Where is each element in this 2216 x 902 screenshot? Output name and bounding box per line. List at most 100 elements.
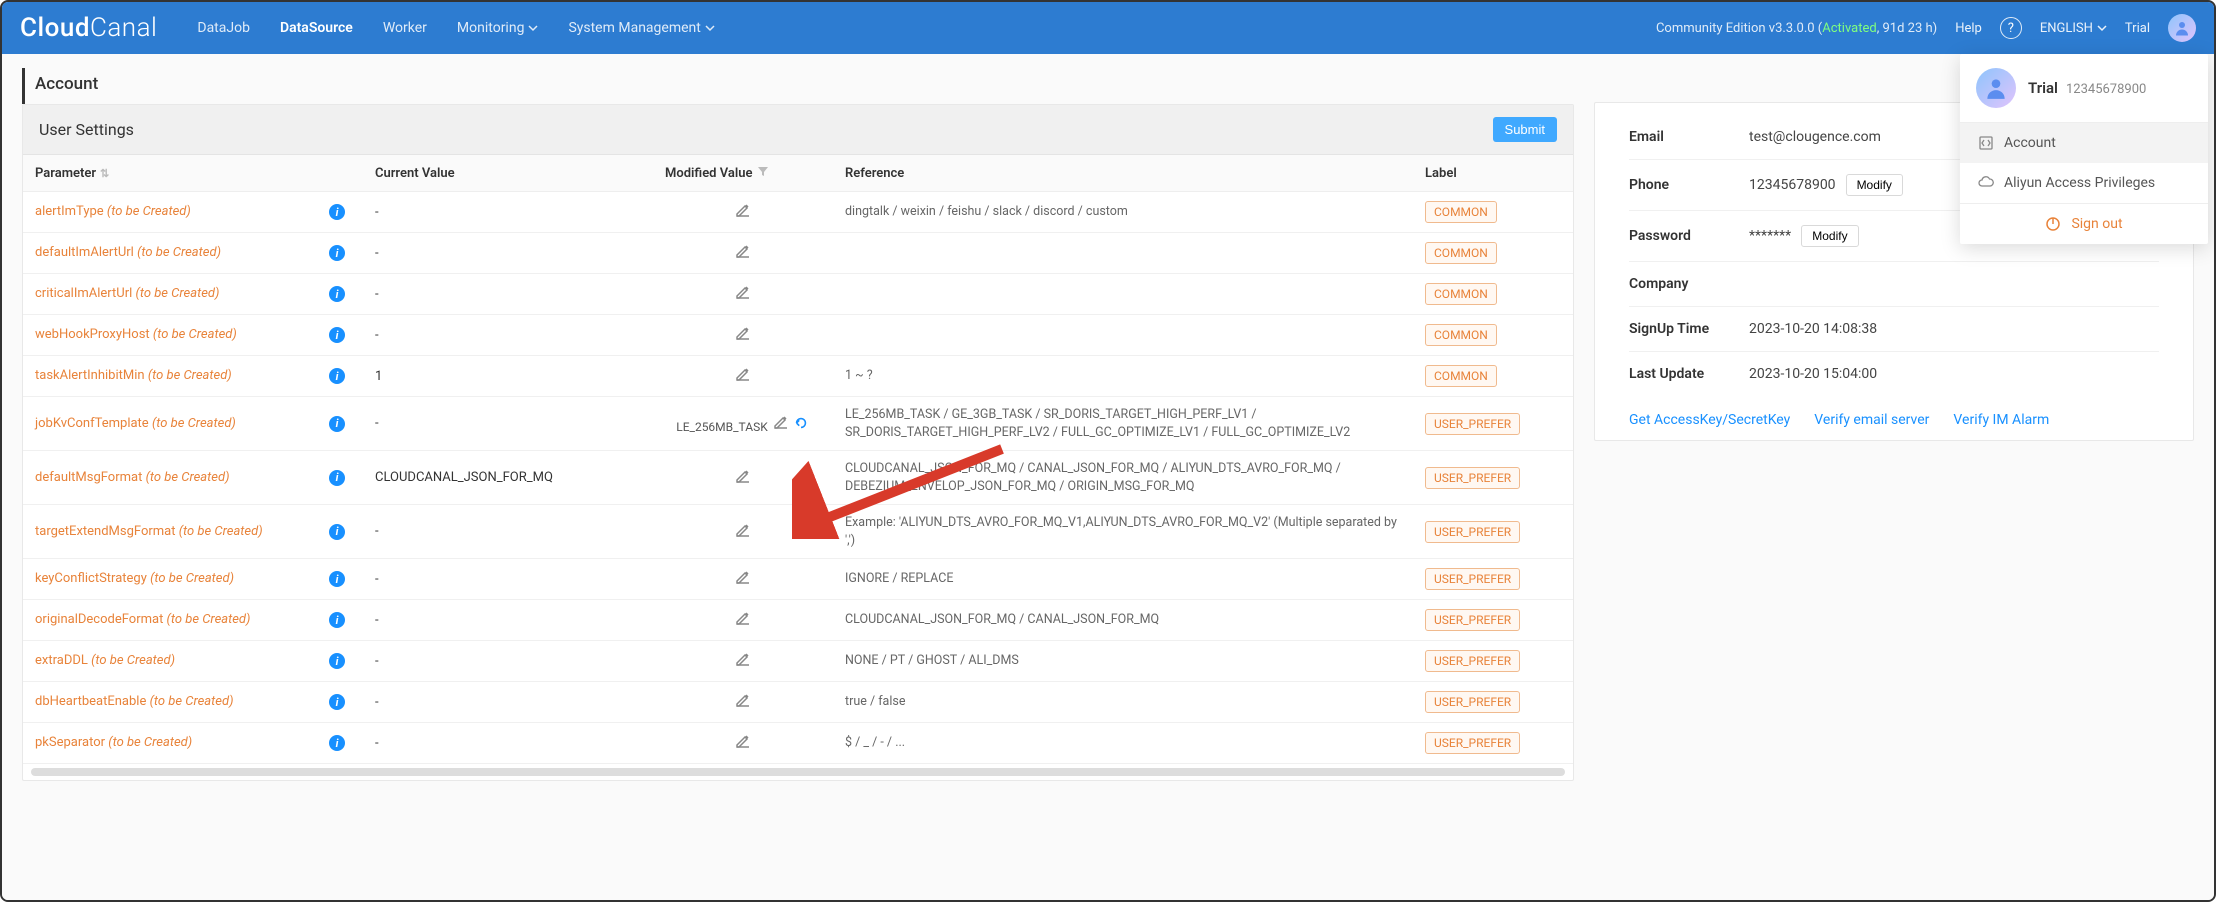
info-icon[interactable]: i (329, 571, 345, 587)
reference-text: 1 ~ ? (845, 368, 873, 383)
dropdown-signout[interactable]: Sign out (1960, 204, 2208, 244)
current-value: - (363, 315, 653, 356)
col-modified[interactable]: Modified Value (653, 155, 833, 192)
language-selector[interactable]: ENGLISH (2040, 21, 2107, 36)
dropdown-aliyun[interactable]: Aliyun Access Privileges (1960, 163, 2208, 203)
col-parameter[interactable]: Parameter⇅ (23, 155, 363, 192)
info-icon[interactable]: i (329, 524, 345, 540)
help-icon[interactable]: ? (2000, 17, 2022, 39)
col-current: Current Value (363, 155, 653, 192)
profile-row: Last Update2023-10-20 15:04:00 (1629, 352, 2159, 396)
label-tag: USER_PREFER (1425, 521, 1520, 543)
profile-label: Company (1629, 276, 1749, 292)
reference-text: true / false (845, 694, 905, 709)
dropdown-avatar (1976, 68, 2016, 108)
param-name[interactable]: alertImType (to be Created) (35, 204, 191, 219)
info-icon[interactable]: i (329, 245, 345, 261)
edit-icon[interactable] (734, 201, 752, 219)
edit-icon[interactable] (734, 242, 752, 260)
current-value: - (363, 505, 653, 559)
param-name[interactable]: defaultImAlertUrl (to be Created) (35, 245, 221, 260)
param-name[interactable]: pkSeparator (to be Created) (35, 735, 192, 750)
logo: CloudCanal (20, 13, 157, 43)
revert-icon[interactable] (792, 415, 810, 433)
table-row: targetExtendMsgFormat (to be Created)i-E… (23, 505, 1573, 559)
table-row: dbHeartbeatEnable (to be Created) i - true … (23, 682, 1573, 723)
link-verify-im[interactable]: Verify IM Alarm (1953, 412, 2049, 428)
table-row: defaultImAlertUrl (to be Created)i-COMMO… (23, 233, 1573, 274)
info-icon[interactable]: i (329, 416, 345, 432)
link-accesskey[interactable]: Get AccessKey/SecretKey (1629, 412, 1790, 428)
reference-text: dingtalk / weixin / feishu / slack / dis… (845, 204, 1128, 219)
nav-datajob[interactable]: DataJob (197, 20, 250, 36)
profile-links: Get AccessKey/SecretKey Verify email ser… (1629, 396, 2159, 428)
edit-icon[interactable] (734, 568, 752, 586)
nav-monitoring[interactable]: Monitoring (457, 20, 539, 36)
horizontal-scrollbar[interactable] (31, 768, 1565, 776)
edit-icon[interactable] (734, 650, 752, 668)
trial-text: Trial (2125, 21, 2150, 36)
user-settings-card: User Settings Submit Parameter⇅ Current … (22, 104, 1574, 781)
info-icon[interactable]: i (329, 612, 345, 628)
edit-icon[interactable] (734, 324, 752, 342)
param-name[interactable]: dbHeartbeatEnable (to be Created) (35, 694, 233, 709)
label-tag: USER_PREFER (1425, 650, 1520, 672)
reference-text: LE_256MB_TASK / GE_3GB_TASK / SR_DORIS_T… (845, 407, 1350, 440)
profile-label: Phone (1629, 177, 1749, 193)
param-name[interactable]: criticalImAlertUrl (to be Created) (35, 286, 219, 301)
label-tag: USER_PREFER (1425, 413, 1520, 435)
modify-button[interactable]: Modify (1801, 225, 1858, 247)
dropdown-header: Trial12345678900 (1960, 54, 2208, 123)
param-name[interactable]: originalDecodeFormat (to be Created) (35, 612, 250, 627)
info-icon[interactable]: i (329, 735, 345, 751)
nav-system[interactable]: System Management (568, 20, 714, 36)
current-value: - (363, 192, 653, 233)
sort-icon[interactable]: ⇅ (100, 167, 109, 180)
reference-text: CLOUDCANAL_JSON_FOR_MQ / CANAL_JSON_FOR_… (845, 612, 1159, 627)
param-name[interactable]: jobKvConfTemplate (to be Created) (35, 416, 236, 431)
info-icon[interactable]: i (329, 470, 345, 486)
param-name[interactable]: keyConflictStrategy (to be Created) (35, 571, 234, 586)
dropdown-account[interactable]: Account (1960, 123, 2208, 163)
current-value: - (363, 682, 653, 723)
settings-table: Parameter⇅ Current Value Modified Value … (23, 155, 1573, 764)
edit-icon[interactable] (734, 609, 752, 627)
edit-icon[interactable] (734, 691, 752, 709)
nav-worker[interactable]: Worker (383, 20, 427, 36)
filter-icon[interactable] (757, 165, 769, 177)
profile-label: Last Update (1629, 366, 1749, 382)
edit-icon[interactable] (734, 521, 752, 539)
profile-row: Company (1629, 262, 2159, 307)
help-link[interactable]: Help (1955, 21, 1982, 36)
table-row: pkSeparator (to be Created)i-$ / _ / - /… (23, 723, 1573, 764)
info-icon[interactable]: i (329, 204, 345, 220)
app-header: CloudCanal DataJob DataSource Worker Mon… (2, 2, 2214, 54)
param-name[interactable]: extraDDL (to be Created) (35, 653, 175, 668)
edit-icon[interactable] (734, 283, 752, 301)
info-icon[interactable]: i (329, 286, 345, 302)
label-tag: COMMON (1425, 324, 1497, 346)
param-name[interactable]: taskAlertInhibitMin (to be Created) (35, 368, 232, 383)
reference-text: NONE / PT / GHOST / ALI_DMS (845, 653, 1019, 668)
edit-icon[interactable] (734, 365, 752, 383)
table-row: defaultMsgFormat (to be Created)iCLOUDCA… (23, 451, 1573, 505)
param-name[interactable]: webHookProxyHost (to be Created) (35, 327, 237, 342)
avatar[interactable] (2168, 14, 2196, 42)
link-verify-email[interactable]: Verify email server (1814, 412, 1929, 428)
version-text: Community Edition v3.3.0.0 (Activated, 9… (1656, 21, 1937, 36)
info-icon[interactable]: i (329, 368, 345, 384)
info-icon[interactable]: i (329, 653, 345, 669)
info-icon[interactable]: i (329, 327, 345, 343)
info-icon[interactable]: i (329, 694, 345, 710)
chevron-down-icon (705, 23, 715, 33)
param-name[interactable]: targetExtendMsgFormat (to be Created) (35, 524, 263, 539)
modify-button[interactable]: Modify (1846, 174, 1903, 196)
nav-datasource[interactable]: DataSource (280, 20, 353, 36)
current-value: - (363, 641, 653, 682)
power-icon (2045, 216, 2061, 232)
edit-icon[interactable] (734, 732, 752, 750)
param-name[interactable]: defaultMsgFormat (to be Created) (35, 470, 229, 485)
edit-icon[interactable] (772, 413, 790, 431)
edit-icon[interactable] (734, 467, 752, 485)
submit-button[interactable]: Submit (1493, 117, 1557, 142)
